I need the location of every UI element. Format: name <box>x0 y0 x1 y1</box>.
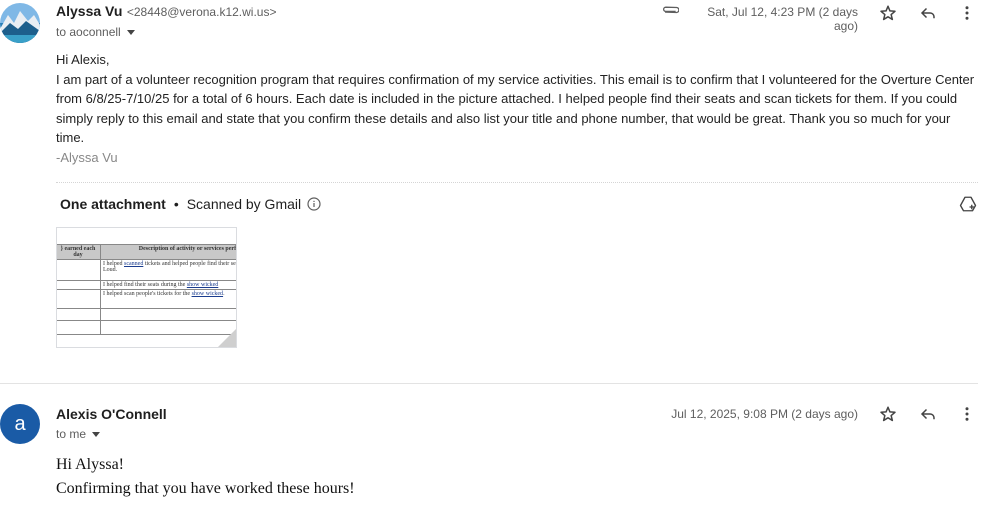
page-fold-corner <box>217 328 236 347</box>
chevron-down-icon <box>92 432 101 438</box>
message-date[interactable]: Jul 12, 2025, 9:08 PM (2 days ago) <box>640 407 858 421</box>
star-icon[interactable] <box>876 1 900 25</box>
attachment-icon <box>661 3 680 22</box>
star-icon[interactable] <box>876 402 900 426</box>
sender-email: <28448@verona.k12.wi.us> <box>126 5 277 19</box>
reply-icon[interactable] <box>916 402 940 426</box>
sender-name[interactable]: Alyssa Vu <box>56 3 122 19</box>
body-paragraph: I am part of a volunteer recognition pro… <box>56 71 975 146</box>
add-to-drive-icon[interactable] <box>956 192 980 216</box>
message-separator <box>0 383 978 384</box>
separator-dot: • <box>173 196 179 212</box>
thumb-col2-header: Description of activity or services perf… <box>100 244 236 260</box>
sender-avatar[interactable]: a <box>0 404 40 444</box>
scanned-label: Scanned by Gmail <box>186 196 302 212</box>
thumb-col1-header: } earned each day <box>57 244 101 260</box>
body-line: Confirming that you have worked these ho… <box>56 480 355 497</box>
attachment-count: One attachment <box>60 196 166 212</box>
attachment-header: One attachment • Scanned by Gmail <box>60 196 321 212</box>
greeting: Hi Alexis, <box>56 52 110 67</box>
chevron-down-icon <box>126 30 135 36</box>
more-vert-icon[interactable] <box>955 402 979 426</box>
body-line: Hi Alyssa! <box>56 456 124 473</box>
message-date[interactable]: Sat, Jul 12, 4:23 PM (2 days ago) <box>684 5 858 33</box>
message-body: Hi Alexis, I am part of a volunteer reco… <box>56 50 981 167</box>
recipient-label: to aoconnell <box>56 25 121 39</box>
sender-line: Alyssa Vu <28448@verona.k12.wi.us> <box>56 3 276 21</box>
info-icon[interactable] <box>307 197 321 211</box>
thumb-row-1: I helped scanned tickets and helped peop… <box>100 259 236 281</box>
recipient-dropdown[interactable]: to aoconnell <box>56 25 135 39</box>
thumb-row-2: I helped find their seats during the sho… <box>100 280 236 290</box>
message-body: Hi Alyssa! Confirming that you have work… <box>56 453 355 501</box>
signature: -Alyssa Vu <box>56 149 118 165</box>
more-vert-icon[interactable] <box>955 1 979 25</box>
attachment-thumbnail[interactable]: } earned each day Description of activit… <box>56 227 237 348</box>
divider <box>56 182 978 183</box>
sender-name[interactable]: Alexis O'Connell <box>56 406 167 422</box>
sender-avatar[interactable] <box>0 3 40 43</box>
recipient-dropdown[interactable]: to me <box>56 427 101 441</box>
thumb-row-3: I helped scan people's tickets for the s… <box>100 289 236 309</box>
recipient-label: to me <box>56 427 87 441</box>
reply-icon[interactable] <box>916 1 940 25</box>
